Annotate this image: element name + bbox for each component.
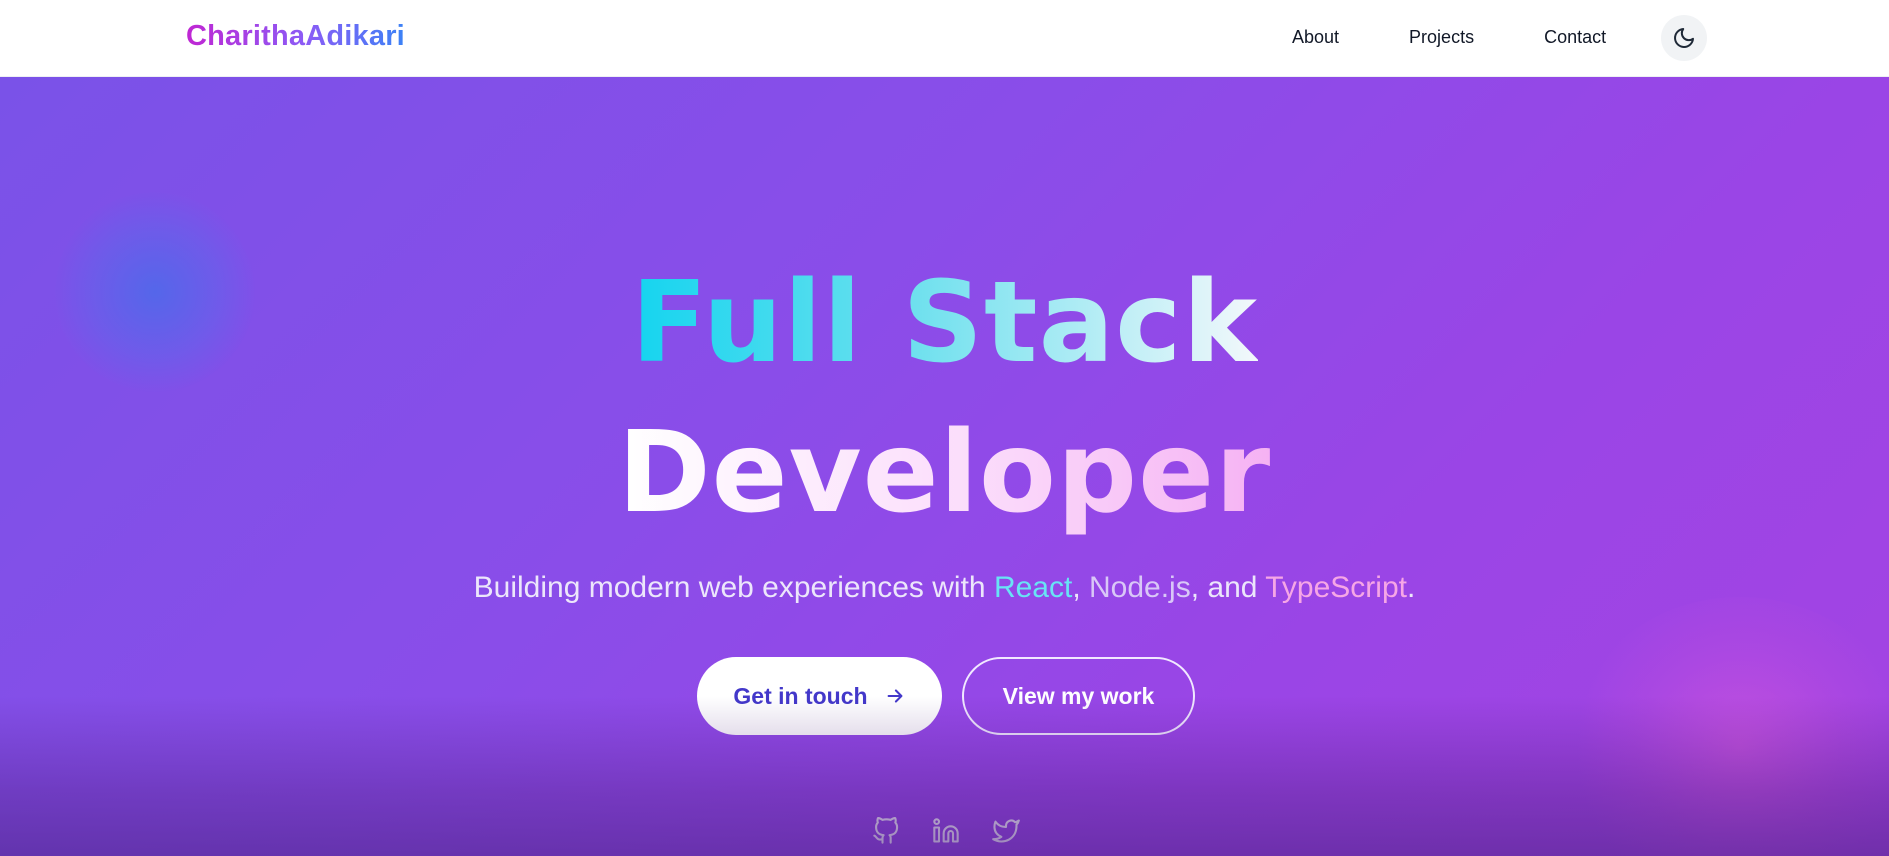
tech-nodejs: Node.js [1089,571,1191,604]
site-header: CharithaAdikari About Projects Contact [0,0,1889,77]
view-my-work-button[interactable]: View my work [962,657,1195,735]
decorative-blob [1570,597,1889,856]
theme-toggle-button[interactable] [1661,15,1707,61]
arrow-right-icon [884,685,906,707]
get-in-touch-label: Get in touch [733,682,868,709]
subtitle-separator: , [1072,571,1089,604]
subtitle-suffix: . [1406,571,1416,604]
logo[interactable]: CharithaAdikari [186,20,405,53]
nav-link-contact[interactable]: Contact [1544,27,1606,48]
hero-title-line2: Developer [617,408,1272,538]
hero-subtitle: Building modern web experiences with Rea… [0,571,1889,605]
moon-icon [1674,28,1694,48]
main-nav: About Projects Contact [1292,27,1606,48]
hero-section: Full Stack Developer Building modern web… [0,77,1889,856]
subtitle-separator: , and [1190,571,1266,604]
twitter-icon[interactable] [990,815,1022,847]
nav-link-projects[interactable]: Projects [1409,27,1474,48]
tech-react: React [993,571,1073,604]
social-links [870,815,1050,847]
nav-link-about[interactable]: About [1292,27,1339,48]
hero-title-line1: Full Stack [630,258,1259,388]
get-in-touch-button[interactable]: Get in touch [697,657,942,735]
github-icon[interactable] [870,815,902,847]
view-my-work-label: View my work [1002,682,1155,709]
linkedin-icon[interactable] [930,815,962,847]
subtitle-prefix: Building modern web experiences with [473,571,994,604]
tech-typescript: TypeScript [1265,571,1407,604]
